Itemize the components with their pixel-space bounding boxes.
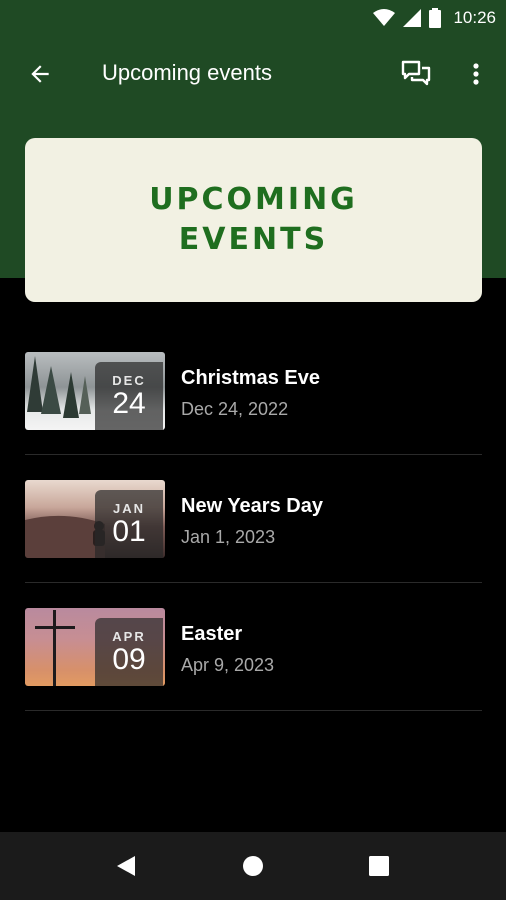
date-badge: JAN 01 [95,490,163,558]
date-badge-day: 24 [112,386,146,420]
event-title: Easter [181,623,243,645]
page-title: Upcoming events [102,60,272,85]
event-thumbnail: DEC 24 [25,352,165,430]
event-title: New Years Day [181,495,323,517]
battery-icon [429,8,442,28]
more-vertical-icon [473,63,479,85]
banner-title-line-1: UPCOMING [149,182,358,217]
nav-home-button[interactable] [237,850,269,882]
banner-title-line-2: EVENTS [178,222,329,257]
event-thumbnail: JAN 01 [25,480,165,558]
event-date: Apr 9, 2023 [181,655,275,675]
recents-square-icon [369,856,389,876]
date-badge-day: 01 [112,514,146,548]
event-item-easter[interactable]: APR 09 Easter Apr 9, 2023 [25,583,482,711]
wifi-icon [373,9,396,26]
event-date: Jan 1, 2023 [181,527,276,547]
home-circle-icon [243,856,263,876]
more-options-button[interactable] [460,56,492,92]
event-date: Dec 24, 2022 [181,399,289,419]
system-navigation-bar [0,832,506,900]
back-triangle-icon [117,856,135,876]
event-title: Christmas Eve [181,367,320,389]
back-button[interactable] [22,56,58,92]
date-badge: DEC 24 [95,362,163,430]
date-badge-month: APR [112,628,146,644]
event-item-new-years-day[interactable]: JAN 01 New Years Day Jan 1, 2023 [25,455,482,583]
upcoming-events-banner: UPCOMING EVENTS [25,138,482,302]
event-thumbnail: APR 09 [25,608,165,686]
nav-back-button[interactable] [110,850,142,882]
date-badge-day: 09 [112,642,146,676]
signal-icon [403,9,422,27]
status-icons: 10:26 [373,6,496,30]
date-badge-month: DEC [112,372,146,388]
date-badge: APR 09 [95,618,163,686]
status-time: 10:26 [453,8,496,27]
date-badge-month: JAN [112,500,145,516]
nav-recents-button[interactable] [363,850,395,882]
status-bar: 10:26 [0,0,506,36]
event-list: DEC 24 Christmas Eve Dec 24, 2022 JAN 01… [25,327,482,711]
arrow-left-icon [31,65,49,83]
app-bar: Upcoming events [0,36,506,112]
chat-button[interactable] [396,56,436,92]
chat-icon [401,60,431,86]
event-item-christmas-eve[interactable]: DEC 24 Christmas Eve Dec 24, 2022 [25,327,482,455]
